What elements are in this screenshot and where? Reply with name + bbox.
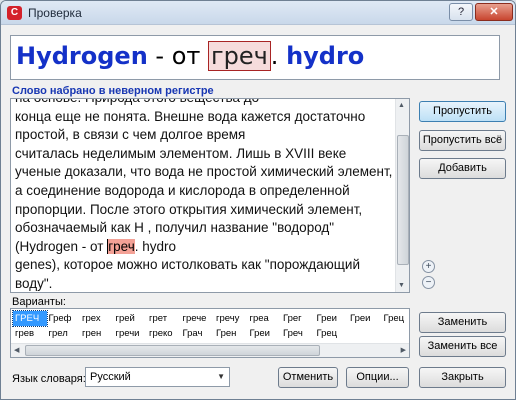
variant-item[interactable]: Грец bbox=[315, 326, 349, 341]
variants-grid: ГРЕЧ Греф грех грей грет грече гречу греа Грег Гр… bbox=[12, 310, 410, 341]
scroll-up-icon[interactable]: ▲ bbox=[398, 102, 405, 109]
options-button[interactable]: Опции... bbox=[346, 367, 409, 388]
cancel-button[interactable]: Отменить bbox=[278, 367, 338, 388]
variant-item[interactable]: Грен bbox=[214, 326, 248, 341]
replace-all-button[interactable]: Заменить все bbox=[419, 336, 506, 357]
app-icon: C bbox=[7, 6, 22, 20]
variant-item[interactable]: грей bbox=[114, 311, 148, 326]
variants-label: Варианты: bbox=[12, 296, 66, 308]
variant-item[interactable]: грех bbox=[80, 311, 114, 326]
variant-item[interactable]: Грег bbox=[281, 311, 315, 326]
variant-item[interactable]: грен bbox=[80, 326, 114, 341]
dictionary-language-value: Русский bbox=[90, 371, 131, 383]
variant-item[interactable]: Грец bbox=[382, 311, 410, 326]
scroll-right-icon[interactable]: ▶ bbox=[401, 346, 406, 354]
variant-item[interactable]: ГРЕЧ bbox=[12, 310, 48, 327]
variant-item[interactable]: Греи bbox=[248, 326, 282, 341]
document-text-box[interactable]: на основе. Природа этого вещества до кон… bbox=[10, 98, 410, 293]
close-button[interactable]: Закрыть bbox=[419, 367, 506, 388]
variant-item[interactable]: грев bbox=[13, 326, 47, 341]
dictionary-language-select[interactable]: Русский ▼ bbox=[85, 367, 230, 387]
skip-button[interactable]: Пропустить bbox=[419, 101, 506, 122]
error-preview: Hydrogen - от греч. hydro bbox=[10, 35, 500, 80]
window-title: Проверка bbox=[28, 6, 82, 20]
variant-item[interactable]: Греи bbox=[315, 311, 349, 326]
document-text: на основе. Природа этого вещества до кон… bbox=[15, 99, 393, 292]
highlight-rest: реч bbox=[113, 238, 135, 254]
scroll-down-icon[interactable]: ▼ bbox=[398, 282, 405, 289]
text-vertical-scrollbar[interactable]: ▲ ▼ bbox=[395, 99, 409, 292]
text-scroll-thumb[interactable] bbox=[397, 135, 409, 265]
skip-all-button[interactable]: Пропустить всё bbox=[419, 130, 506, 151]
variant-item[interactable]: грече bbox=[181, 311, 215, 326]
preview-suffix: hydro bbox=[286, 42, 365, 70]
help-button[interactable]: ? bbox=[449, 3, 473, 21]
variant-item[interactable]: Греф bbox=[47, 311, 81, 326]
variants-list[interactable]: ГРЕЧ Греф грех грей грет грече гречу греа Грег Гр… bbox=[10, 308, 410, 358]
replace-button[interactable]: Заменить bbox=[419, 312, 506, 333]
preview-after-error: . bbox=[270, 42, 287, 70]
variant-item[interactable]: грел bbox=[47, 326, 81, 341]
zoom-in-icon[interactable]: + bbox=[422, 260, 435, 273]
window-close-button[interactable]: ✕ bbox=[475, 3, 513, 21]
error-highlight: греч bbox=[107, 238, 135, 254]
variant-item[interactable]: Греи bbox=[348, 311, 382, 326]
add-button[interactable]: Добавить bbox=[419, 158, 506, 179]
text-before-highlight: на основе. Природа этого вещества до кон… bbox=[15, 99, 393, 254]
variant-item[interactable]: гречи bbox=[114, 326, 148, 341]
error-message: Слово набрано в неверном регистре bbox=[12, 85, 214, 97]
dictionary-language-label: Язык словаря: bbox=[12, 373, 86, 385]
variants-scroll-thumb[interactable] bbox=[25, 345, 320, 356]
chevron-down-icon: ▼ bbox=[217, 372, 225, 381]
spellcheck-dialog: C Проверка ? ✕ Hydrogen - от греч. hydro… bbox=[0, 0, 516, 400]
variant-item[interactable]: грет bbox=[147, 311, 181, 326]
zoom-out-icon[interactable]: − bbox=[422, 276, 435, 289]
variant-item[interactable]: греко bbox=[147, 326, 181, 341]
variant-item[interactable]: греа bbox=[248, 311, 282, 326]
preview-error-word: греч bbox=[208, 41, 271, 71]
variant-item[interactable]: Грач bbox=[181, 326, 215, 341]
preview-prefix: Hydrogen bbox=[16, 42, 148, 70]
variants-horizontal-scrollbar[interactable]: ◀ ▶ bbox=[11, 343, 409, 357]
variant-item[interactable]: Греч bbox=[281, 326, 315, 341]
scroll-left-icon[interactable]: ◀ bbox=[14, 346, 19, 354]
preview-middle: - от bbox=[147, 42, 208, 70]
variant-item[interactable]: гречу bbox=[214, 311, 248, 326]
title-bar: C Проверка ? ✕ bbox=[1, 1, 515, 25]
